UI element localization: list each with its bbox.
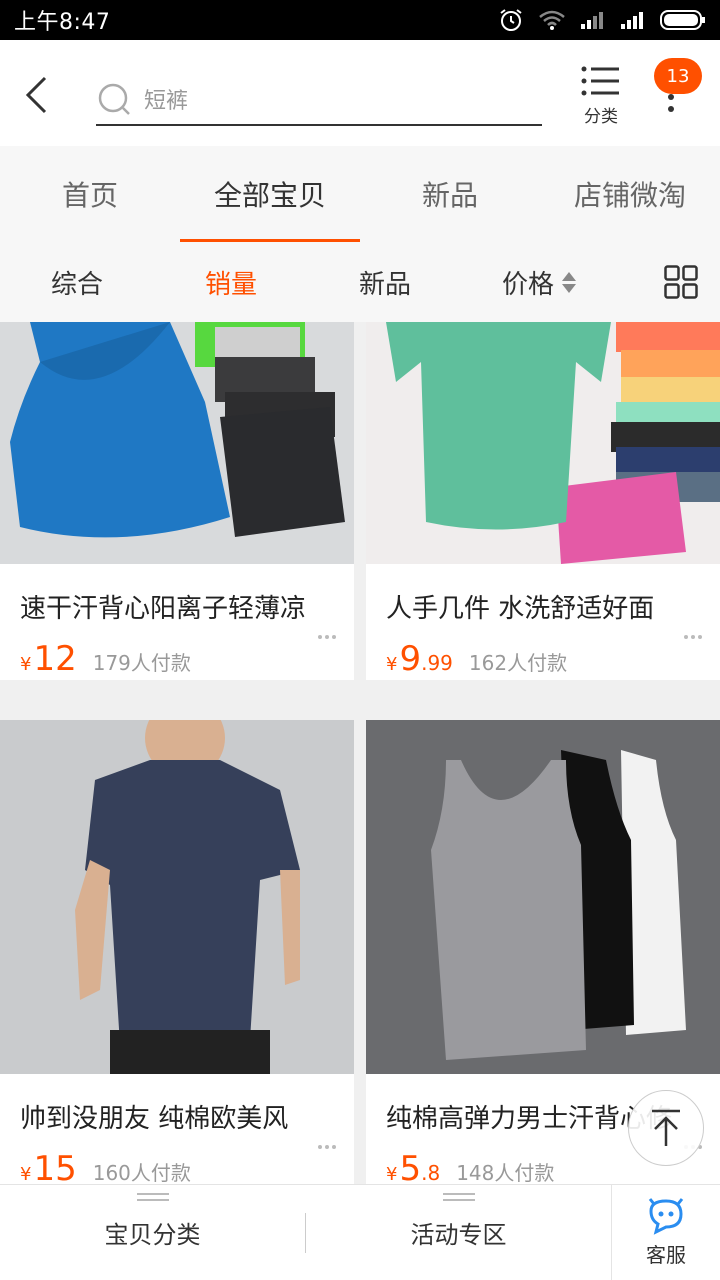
category-button[interactable]: 分类 — [568, 66, 634, 136]
price-decimal: .99 — [421, 651, 453, 675]
sort-bar: 综合 销量 新品 价格 — [0, 242, 720, 322]
more-options-icon[interactable] — [318, 635, 340, 639]
sort-price-label: 价格 — [501, 269, 554, 300]
alarm-icon — [500, 9, 522, 31]
menu-lines-icon — [136, 1192, 169, 1205]
sort-arrows-icon — [562, 271, 576, 293]
chevron-left-icon — [25, 76, 47, 114]
grid-icon — [664, 265, 698, 299]
product-title: 帅到没朋友 纯棉欧美风 — [20, 1104, 289, 1134]
back-button[interactable] — [14, 70, 58, 120]
currency-symbol: ¥ — [20, 1164, 32, 1184]
price-integer: 5 — [399, 1149, 422, 1184]
item-categories-button[interactable]: 宝贝分类 — [0, 1185, 305, 1280]
product-image[interactable] — [366, 720, 720, 1074]
sort-sales[interactable]: 销量 — [154, 264, 308, 301]
list-icon — [581, 66, 619, 96]
search-input[interactable]: 短裤 — [96, 74, 542, 126]
sold-count: 162人付款 — [468, 651, 568, 675]
sort-price[interactable]: 价格 — [462, 264, 616, 301]
sold-count: 148人付款 — [456, 1161, 555, 1184]
grid-view-toggle[interactable] — [664, 265, 698, 299]
battery-icon — [660, 10, 705, 30]
status-bar: 上午8:47 — [0, 0, 720, 40]
more-options-icon[interactable] — [684, 635, 706, 639]
category-label: 分类 — [584, 107, 618, 127]
shop-nav-tabs: 首页 全部宝贝 新品 店铺微淘 — [0, 146, 720, 242]
price-integer: 9 — [399, 639, 422, 679]
back-to-top-button[interactable] — [628, 1090, 704, 1166]
more-menu-button[interactable]: 13 — [652, 58, 702, 138]
currency-symbol: ¥ — [386, 654, 398, 675]
arrow-up-icon — [652, 1109, 680, 1146]
item-categories-label: 宝贝分类 — [104, 1221, 201, 1249]
status-icons — [498, 8, 706, 32]
product-image[interactable] — [0, 720, 354, 1074]
price-row: ¥ 9 .99 162人付款 — [366, 625, 720, 679]
chat-bot-icon — [648, 1198, 684, 1235]
product-card[interactable]: 速干汗背心阳离子轻薄凉 ¥ 12 179人付款 — [0, 322, 354, 680]
price-integer: 12 — [33, 639, 77, 679]
search-icon — [98, 83, 130, 115]
sort-new[interactable]: 新品 — [308, 264, 462, 301]
promotions-button[interactable]: 活动专区 — [306, 1185, 611, 1280]
product-grid: 速干汗背心阳离子轻薄凉 ¥ 12 179人付款 人手几件 水洗舒适好面 ¥ 9 … — [0, 322, 720, 1184]
product-card[interactable]: 帅到没朋友 纯棉欧美风 ¥ 15 160人付款 — [0, 720, 354, 1184]
status-time: 上午8:47 — [14, 10, 111, 35]
signal-icon-1 — [581, 12, 603, 29]
currency-symbol: ¥ — [20, 654, 32, 675]
tab-shop-feed[interactable]: 店铺微淘 — [540, 146, 720, 242]
sort-comprehensive[interactable]: 综合 — [0, 264, 154, 301]
product-card[interactable]: 人手几件 水洗舒适好面 ¥ 9 .99 162人付款 — [366, 322, 720, 680]
customer-service-label: 客服 — [646, 1243, 686, 1267]
menu-lines-icon — [442, 1192, 475, 1205]
product-image[interactable] — [0, 322, 354, 564]
wifi-icon — [539, 10, 565, 30]
sold-count: 179人付款 — [92, 651, 191, 675]
tab-home[interactable]: 首页 — [0, 146, 180, 242]
price-integer: 15 — [33, 1149, 77, 1184]
bottom-bar: 宝贝分类 活动专区 客服 — [0, 1184, 720, 1280]
notification-badge: 13 — [654, 58, 702, 94]
signal-icon-2 — [621, 12, 643, 29]
promotions-label: 活动专区 — [410, 1221, 507, 1249]
header: 短裤 分类 13 — [0, 40, 720, 146]
tab-all-items[interactable]: 全部宝贝 — [180, 146, 360, 242]
product-title: 人手几件 水洗舒适好面 — [386, 594, 655, 624]
more-dots-icon — [668, 94, 676, 118]
tab-new-items[interactable]: 新品 — [360, 146, 540, 242]
more-options-icon[interactable] — [318, 1145, 340, 1149]
search-placeholder: 短裤 — [144, 89, 189, 114]
product-title: 速干汗背心阳离子轻薄凉 — [20, 594, 307, 624]
currency-symbol: ¥ — [386, 1164, 398, 1184]
price-row: ¥ 15 160人付款 — [0, 1135, 354, 1184]
product-image[interactable] — [366, 322, 720, 564]
price-row: ¥ 12 179人付款 — [0, 625, 354, 679]
price-decimal: .8 — [421, 1161, 441, 1184]
customer-service-button[interactable]: 客服 — [611, 1184, 720, 1280]
sold-count: 160人付款 — [92, 1161, 191, 1184]
